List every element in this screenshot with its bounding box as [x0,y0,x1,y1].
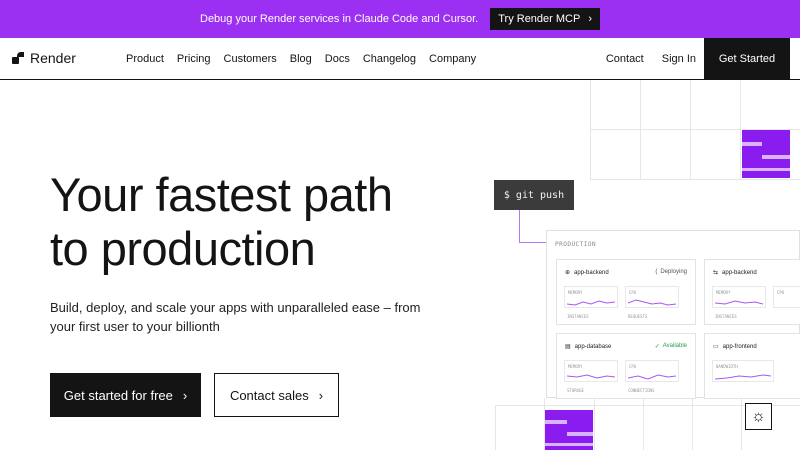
metric-sparkline [715,374,772,380]
connector-line [519,210,520,243]
nav-contact[interactable]: Contact [606,53,644,65]
metric-sparkline [567,374,616,379]
service-status: Deploying [660,269,687,275]
try-mcp-label: Try Render MCP [498,13,581,25]
contact-sales-label: Contact sales [229,387,309,403]
monitor-icon: ▭ [713,344,719,350]
nav-item-docs[interactable]: Docs [325,53,350,65]
production-panel: PRODUCTION ⊕ app-backend (Deploying MEMOR… [546,230,800,399]
deploying-icon: ( [655,269,658,275]
sub-label: STORAGE [567,388,584,393]
sub-label: CONNECTIONS [628,388,655,393]
metric-label: CPU [629,290,637,295]
metric-label: CPU [629,364,637,369]
network-icon: ⇆ [713,270,719,276]
chevron-right-icon: › [318,387,324,403]
try-mcp-button[interactable]: Try Render MCP › [490,8,600,30]
get-started-free-button[interactable]: Get started for free › [50,373,201,417]
nav-item-pricing[interactable]: Pricing [177,53,211,65]
nav-item-company[interactable]: Company [429,53,476,65]
metric-sparkline [628,374,677,380]
service-card-frontend: ▭ app-frontend BANDWIDTH [704,333,800,399]
hero-title-line-1: Your fastest path [50,168,393,221]
metric-label: BANDWIDTH [716,364,738,369]
service-name: app-database [574,343,612,350]
database-icon: ▤ [565,344,571,350]
service-name: app-backend [574,269,609,276]
theme-toggle-button[interactable]: ☼ [745,403,772,430]
banner-text: Debug your Render services in Claude Cod… [200,13,479,25]
check-icon: ✓ [654,344,660,350]
chevron-right-icon: › [588,13,592,25]
hero-title: Your fastest path to production [50,168,470,276]
service-card-backend: ⊕ app-backend (Deploying MEMORY CPU INSTA… [556,259,696,325]
announcement-banner: Debug your Render services in Claude Cod… [0,0,800,38]
hero-subtitle: Build, deploy, and scale your apps with … [50,300,421,334]
metric-label: CPU [777,290,785,295]
service-name: app-frontend [722,343,757,350]
git-push-command: $ git push [494,180,574,210]
nav-item-changelog[interactable]: Changelog [363,53,416,65]
metric-sparkline [715,300,764,305]
sun-icon: ☼ [751,407,766,425]
nav-item-blog[interactable]: Blog [290,53,312,65]
service-status: Available [662,343,687,349]
contact-sales-button[interactable]: Contact sales › [214,373,339,417]
metric-sparkline [567,300,616,306]
sub-label: INSTANCES [567,314,589,319]
globe-icon: ⊕ [565,270,571,276]
hero-title-line-2: to production [50,222,316,275]
metric-sparkline [628,299,677,306]
render-logo-icon [12,52,24,64]
service-card-database: ▤ app-database ✓ Available MEMORY CPU STOR… [556,333,696,399]
nav-menu: Product Pricing Customers Blog Docs Chan… [126,38,476,80]
service-card-backend-2: ⇆ app-backend MEMORY CPU INSTANCES [704,259,800,325]
production-label: PRODUCTION [555,241,597,248]
service-name: app-backend [722,269,757,276]
top-nav: Render Product Pricing Customers Blog Do… [0,38,800,80]
nav-sign-in[interactable]: Sign In [662,53,696,65]
chevron-right-icon: › [182,387,188,403]
nav-item-product[interactable]: Product [126,53,164,65]
metric-label: MEMORY [568,290,583,295]
metric-label: MEMORY [716,290,731,295]
nav-right: Contact Sign In [606,38,696,80]
logo-text: Render [30,50,76,66]
nav-item-customers[interactable]: Customers [224,53,277,65]
get-started-button[interactable]: Get Started [704,38,790,80]
connector-line-horizontal [519,242,549,243]
render-logo[interactable]: Render [12,50,76,66]
get-started-free-label: Get started for free [63,387,173,403]
metric-label: MEMORY [568,364,583,369]
sub-label: INSTANCES [715,314,737,319]
sub-label: REQUESTS [628,314,648,319]
